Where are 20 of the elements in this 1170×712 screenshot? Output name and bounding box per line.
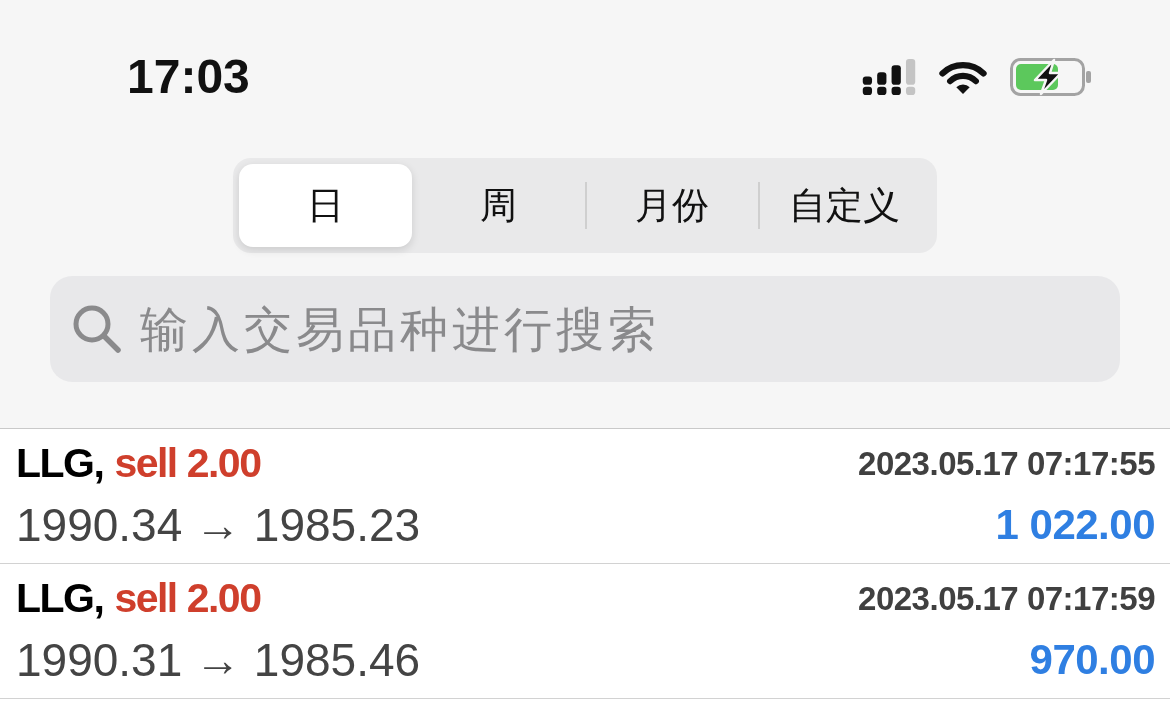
trade-time: 2023.05.17 07:17:55 [858,446,1155,480]
segment-tab[interactable]: 周 [412,164,585,247]
symbol-label: LLG, [16,577,104,619]
profit-value: 970.00 [1029,639,1155,681]
order-label: sell 2.00 [114,442,261,484]
battery-charging-icon [1010,58,1092,96]
segment-tab[interactable]: 日 [239,164,412,247]
search-field[interactable]: 输入交易品种进行搜索 [50,276,1120,382]
status-time: 17:03 [127,53,250,101]
segment-tab[interactable]: 月份 [585,164,758,247]
order-label: sell 2.00 [114,577,261,619]
signal-icon [862,59,916,95]
price-change: 1990.31 → 1985.46 [16,637,421,683]
price-change: 1990.34 → 1985.23 [16,502,421,548]
search-icon [72,304,122,354]
segment-tab[interactable]: 自定义 [758,164,931,247]
wifi-icon [938,59,988,95]
profit-value: 1 022.00 [995,504,1155,546]
symbol-label: LLG, [16,442,104,484]
trade-time: 2023.05.17 07:17:59 [858,581,1155,615]
